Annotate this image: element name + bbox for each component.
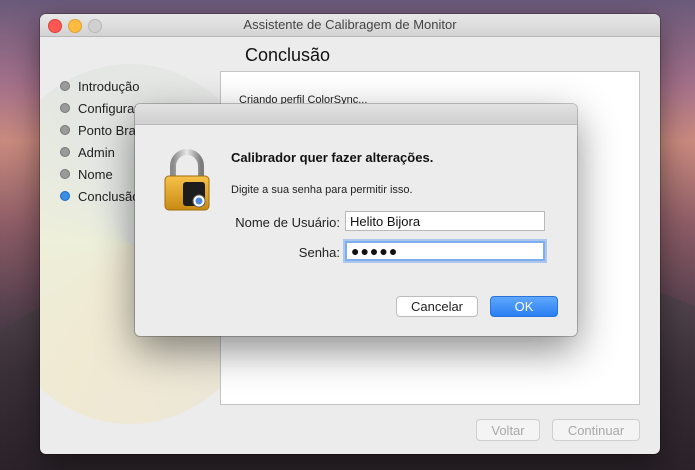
window-title: Assistente de Calibragem de Monitor (243, 17, 457, 32)
step-status-icon (60, 103, 70, 113)
authentication-dialog: Calibrador quer fazer alterações. Digite… (135, 104, 577, 336)
continue-button[interactable]: Continuar (552, 419, 640, 441)
step-item-conclusion: Conclusão (60, 185, 139, 207)
step-label: Admin (78, 144, 115, 160)
ok-button[interactable]: OK (490, 296, 558, 317)
current-step-icon (60, 191, 70, 201)
step-label: Introdução (78, 78, 140, 94)
step-label: Configurar (78, 100, 139, 116)
step-status-icon (60, 125, 70, 135)
back-button[interactable]: Voltar (476, 419, 540, 441)
dialog-message: Digite a sua senha para permitir isso. (231, 184, 413, 196)
password-field[interactable] (345, 241, 545, 261)
username-field[interactable] (345, 211, 545, 231)
step-label: Nome (78, 166, 113, 182)
dialog-title-bar (135, 104, 577, 125)
password-label: Senha: (298, 245, 340, 260)
step-item-introduction: Introdução (60, 75, 139, 97)
step-status-icon (60, 169, 70, 179)
step-status-icon (60, 81, 70, 91)
step-status-icon (60, 147, 70, 157)
step-label: Ponto Bra (78, 122, 136, 138)
step-item-admin: Admin (60, 141, 139, 163)
step-label: Conclusão (78, 188, 140, 204)
page-title: Conclusão (245, 45, 331, 65)
dialog-title: Calibrador quer fazer alterações. (231, 150, 434, 165)
step-item-name: Nome (60, 163, 139, 185)
step-item-white-point: Ponto Bra (60, 119, 139, 141)
cancel-button[interactable]: Cancelar (396, 296, 478, 317)
username-label: Nome de Usuário: (235, 215, 340, 230)
steps-list: Introdução Configurar Ponto Bra Admin No… (60, 75, 139, 207)
step-item-configure: Configurar (60, 97, 139, 119)
lock-icon (164, 149, 210, 211)
title-bar[interactable]: Assistente de Calibragem de Monitor (40, 14, 660, 37)
